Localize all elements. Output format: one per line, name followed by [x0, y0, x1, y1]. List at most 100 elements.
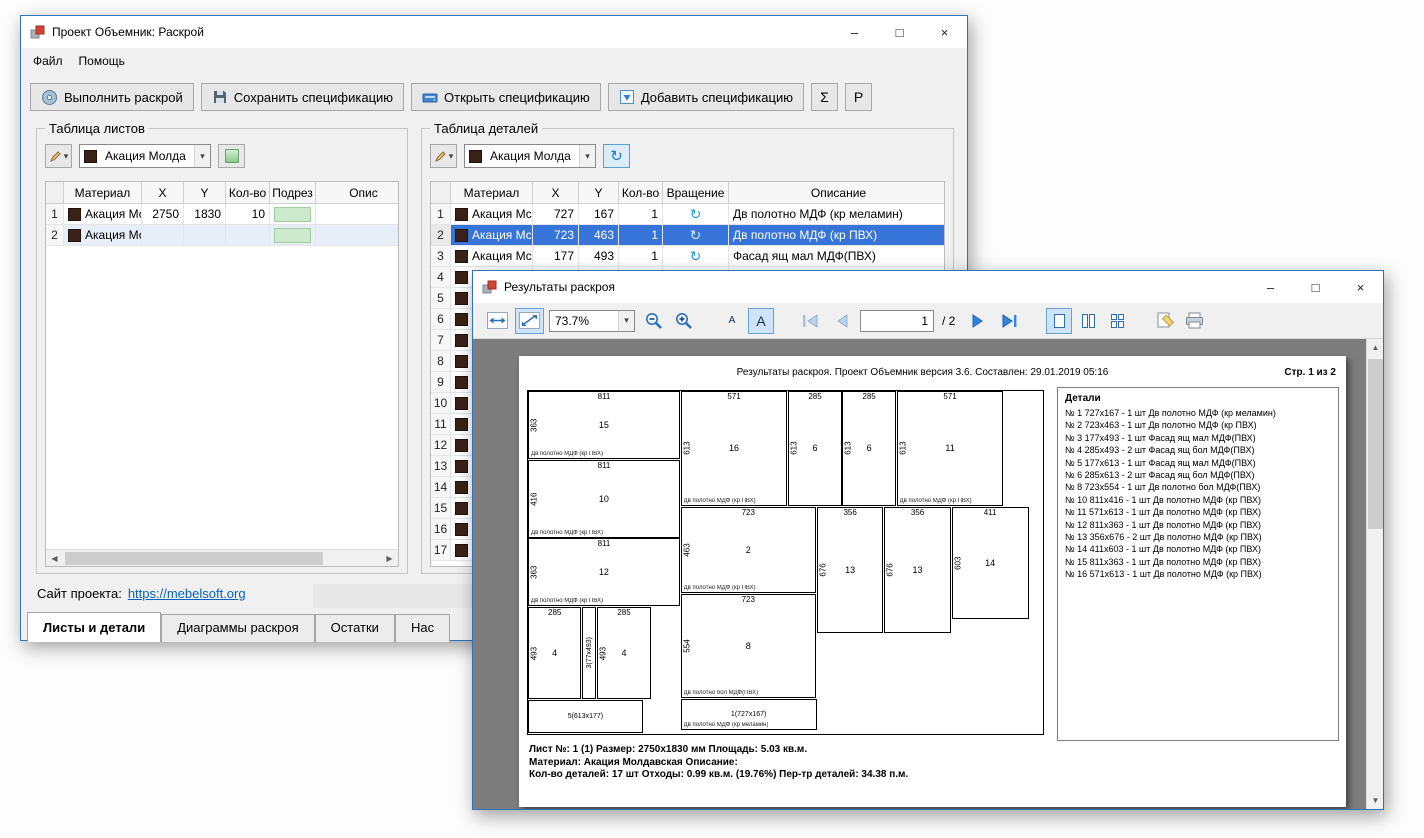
sheet-color-button[interactable] — [218, 144, 245, 168]
two-page-view-button[interactable] — [1075, 308, 1101, 334]
site-link[interactable]: https://mebelsoft.org — [128, 586, 246, 601]
single-page-icon — [1054, 314, 1065, 328]
tab-settings[interactable]: Нас — [395, 614, 450, 642]
column-header[interactable]: Кол-во — [619, 182, 663, 203]
cell — [316, 204, 399, 224]
details-material-combo[interactable]: Акация Молда ▾ — [464, 144, 596, 168]
cell: 10 — [226, 204, 270, 224]
run-cut-button[interactable]: Выполнить раскрой — [30, 83, 194, 111]
prev-page-button[interactable] — [829, 308, 857, 334]
sheets-hscrollbar[interactable]: ◀ ▶ — [46, 549, 398, 566]
column-header[interactable]: Опис — [316, 182, 399, 203]
four-page-view-button[interactable] — [1104, 308, 1130, 334]
piece-height-label: 613 — [898, 392, 908, 505]
detail-row[interactable]: 2Акация Мс7234631↻Дв полотно МДФ (кр ПВХ… — [431, 225, 944, 246]
material-swatch — [84, 150, 97, 163]
trim-cell — [270, 204, 316, 224]
scroll-down-arrow-icon[interactable]: ▼ — [1367, 792, 1384, 809]
results-vscrollbar[interactable]: ▲ ▼ — [1366, 339, 1383, 809]
sheets-edit-tool-button[interactable]: ▾ — [45, 144, 72, 168]
column-header[interactable]: Подрез — [270, 182, 316, 203]
row-number: 17 — [431, 540, 451, 560]
measure-button[interactable] — [1152, 308, 1178, 334]
close-button[interactable]: × — [1338, 271, 1383, 303]
tab-sheets-details[interactable]: Листы и детали — [27, 612, 161, 642]
save-spec-button[interactable]: Сохранить спецификацию — [201, 83, 404, 111]
sheets-table-body: 1Акация Мо27501830102Акация Мо — [46, 204, 398, 246]
tab-cut-diagrams[interactable]: Диаграммы раскроя — [161, 614, 314, 642]
diagram-piece: 81141610Дв полотно МДФ (кр ПВХ) — [528, 460, 680, 538]
material-swatch — [455, 313, 468, 326]
next-page-button[interactable] — [963, 308, 991, 334]
column-header[interactable]: Y — [579, 182, 619, 203]
cell: 1 — [619, 246, 663, 266]
prev-page-icon — [833, 313, 853, 329]
rotate-icon[interactable]: ↻ — [690, 249, 702, 263]
column-header[interactable]: Материал — [451, 182, 533, 203]
sheet-row[interactable]: 2Акация Мо — [46, 225, 398, 246]
open-spec-button[interactable]: Открыть спецификацию — [411, 83, 601, 111]
p-button[interactable]: Р — [845, 83, 872, 111]
print-button[interactable] — [1181, 308, 1208, 334]
cell: 1 — [619, 225, 663, 245]
sheet-row[interactable]: 1Акация Мо2750183010 — [46, 204, 398, 225]
diagram-piece: 1(727x167)Дв полотно МДФ (кр меламин) — [681, 699, 817, 730]
hscrollbar-thumb[interactable] — [65, 552, 323, 565]
row-number: 12 — [431, 435, 451, 455]
sum-button[interactable]: Σ — [811, 83, 838, 111]
fit-width-button[interactable] — [483, 308, 512, 334]
tab-leftovers[interactable]: Остатки — [315, 614, 395, 642]
font-decrease-button[interactable]: A — [719, 308, 745, 334]
row-number: 7 — [431, 330, 451, 350]
rotate-icon[interactable]: ↻ — [690, 207, 702, 221]
fit-page-button[interactable] — [515, 308, 544, 334]
sheets-material-combo[interactable]: Акация Молда ▾ — [79, 144, 211, 168]
detail-row[interactable]: 3Акация Мс1774931↻Фасад ящ мал МДФ(ПВХ) — [431, 246, 944, 267]
piece-number: 2 — [746, 545, 751, 555]
close-button[interactable]: × — [922, 16, 967, 48]
scroll-left-arrow-icon[interactable]: ◀ — [46, 554, 63, 563]
column-header[interactable]: Материал — [64, 182, 142, 203]
column-header[interactable]: X — [142, 182, 184, 203]
zoom-combo[interactable]: 73.7% ▾ — [549, 310, 635, 332]
pencil-icon — [434, 150, 447, 163]
window-controls: – □ × — [1248, 271, 1383, 303]
column-header[interactable]: Вращение — [663, 182, 729, 203]
column-header[interactable]: Описание — [729, 182, 945, 203]
material-cell: Акация Мс — [451, 225, 533, 245]
material-swatch — [455, 544, 468, 557]
maximize-button[interactable]: □ — [877, 16, 922, 48]
page-number-input[interactable]: 1 — [860, 310, 934, 332]
trim-indicator — [274, 228, 311, 243]
zoom-out-button[interactable] — [640, 308, 667, 334]
font-increase-button[interactable]: A — [748, 308, 774, 334]
dropdown-caret-icon: ▾ — [194, 145, 210, 167]
menu-help[interactable]: Помощь — [71, 50, 133, 72]
add-spec-button[interactable]: Добавить спецификацию — [608, 83, 804, 111]
menu-file[interactable]: Файл — [25, 50, 71, 72]
scroll-up-arrow-icon[interactable]: ▲ — [1367, 339, 1384, 356]
detail-row[interactable]: 1Акация Мс7271671↻Дв полотно МДФ (кр мел… — [431, 204, 944, 225]
diagram-piece: 2856136 — [788, 391, 841, 506]
column-header[interactable]: Кол-во — [226, 182, 270, 203]
details-edit-tool-button[interactable]: ▾ — [430, 144, 457, 168]
refresh-button[interactable]: ↻ — [603, 144, 630, 168]
rotate-icon[interactable]: ↻ — [690, 228, 702, 242]
column-header[interactable]: Y — [184, 182, 226, 203]
report-page-label: Стр. 1 из 2 — [1284, 367, 1336, 378]
piece-description: Дв полотно МДФ (кр меламин) — [684, 722, 769, 729]
scroll-right-arrow-icon[interactable]: ▶ — [381, 554, 398, 563]
first-page-button[interactable] — [796, 308, 826, 334]
last-page-button[interactable] — [994, 308, 1024, 334]
material-swatch — [455, 418, 468, 431]
maximize-button[interactable]: □ — [1293, 271, 1338, 303]
cell: 2750 — [142, 204, 184, 224]
vscrollbar-thumb[interactable] — [1368, 359, 1383, 529]
piece-description: Дв полотно бол МДФ(ПВХ) — [684, 690, 759, 697]
column-header[interactable]: X — [533, 182, 579, 203]
detail-list-item: № 10 811x416 - 1 шт Дв полотно МДФ (кр П… — [1065, 494, 1331, 506]
zoom-in-button[interactable] — [670, 308, 697, 334]
single-page-view-button[interactable] — [1046, 308, 1072, 334]
minimize-button[interactable]: – — [832, 16, 877, 48]
minimize-button[interactable]: – — [1248, 271, 1293, 303]
